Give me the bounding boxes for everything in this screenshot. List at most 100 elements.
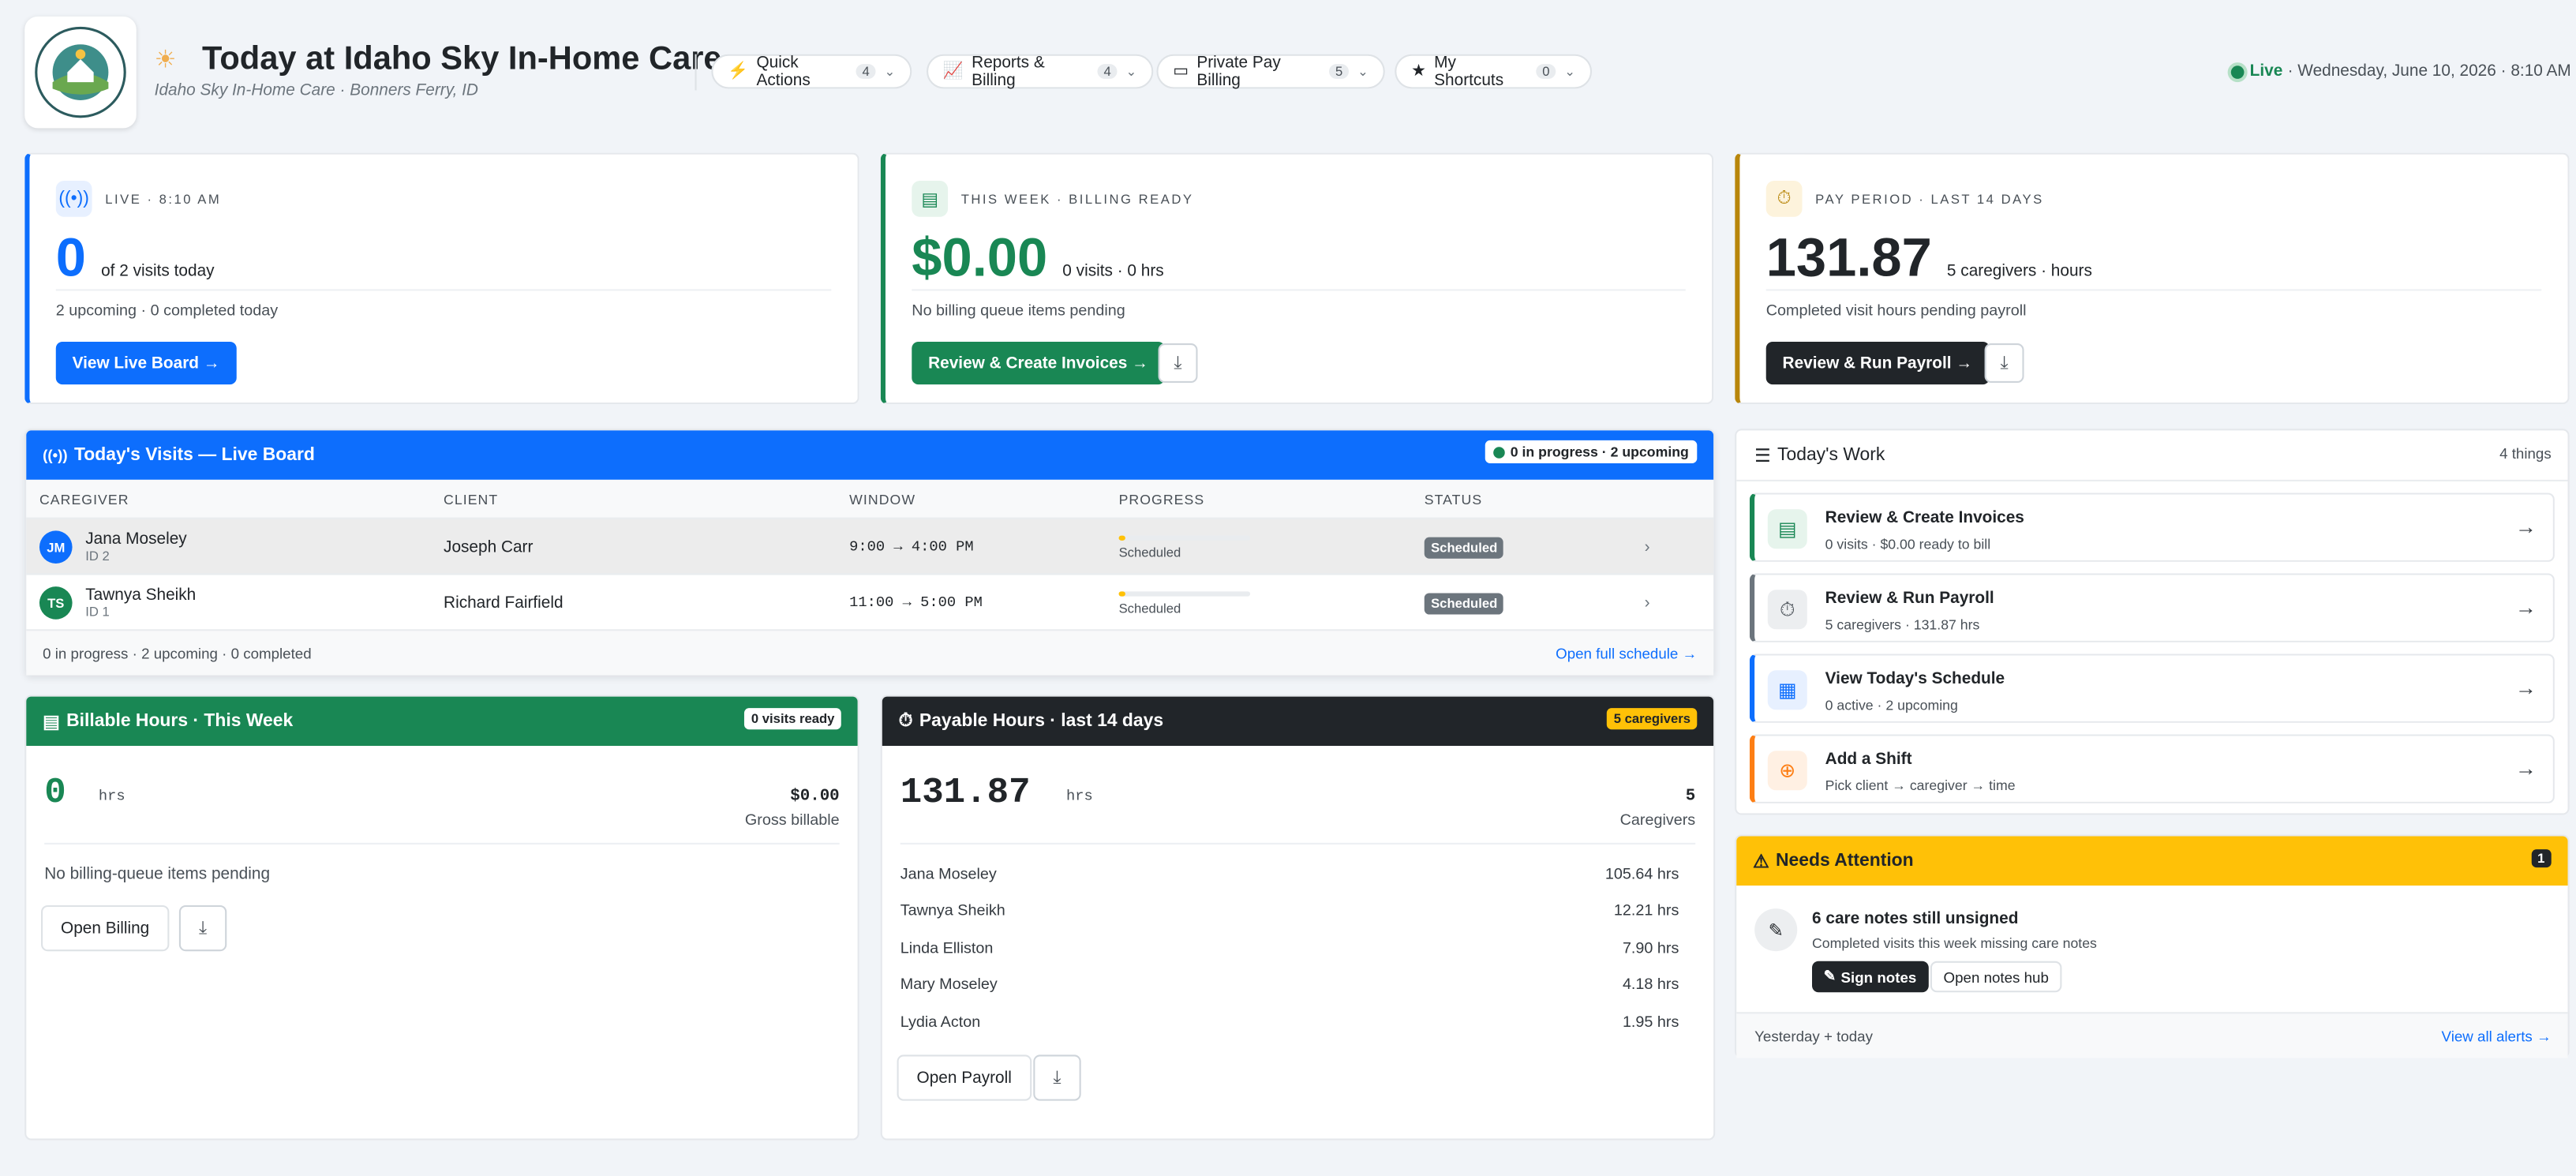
kpi-live-card: ((•)) LIVE · 8:10 AM 0 of 2 visits today… bbox=[24, 152, 859, 405]
plus-circle-icon: ⊕ bbox=[1767, 751, 1807, 791]
edit-icon: ✎ bbox=[1754, 908, 1798, 952]
pen-icon: ✎ bbox=[1823, 968, 1837, 984]
progress-bar bbox=[1118, 534, 1251, 540]
open-payroll-button[interactable]: Open Payroll bbox=[897, 1054, 1032, 1101]
view-all-alerts-link[interactable]: View all alerts → bbox=[2442, 1028, 2552, 1045]
column-header: STATUS bbox=[1424, 491, 1483, 508]
open-full-schedule-link[interactable]: Open full schedule → bbox=[1556, 646, 1697, 662]
table-row[interactable]: TS Tawnya Sheikh ID 1 Richard Fairfield 1… bbox=[26, 573, 1714, 631]
work-item-payroll[interactable]: ⏱ Review & Run Payroll 5 caregivers · 13… bbox=[1749, 573, 2555, 642]
status-badge: 0 in progress · 2 upcoming bbox=[1485, 440, 1698, 464]
sunrise-icon: ☀ bbox=[154, 46, 177, 74]
kpi-payroll-card: ⏱ PAY PERIOD · LAST 14 DAYS 131.87 5 car… bbox=[1735, 152, 2570, 405]
download-icon[interactable]: ⤓ bbox=[1984, 343, 2024, 384]
needs-attention-header: ⚠ Needs Attention bbox=[1736, 836, 2568, 886]
private-pay-billing-menu[interactable]: ▭ Private Pay Billing 5 ⌄ bbox=[1156, 54, 1385, 89]
broadcast-icon: ((•)) bbox=[43, 447, 68, 464]
work-item-add-shift[interactable]: ⊕ Add a Shift Pick client → caregiver → … bbox=[1749, 734, 2555, 803]
live-board-header: ((•)) Today's Visits — Live Board bbox=[26, 430, 1714, 480]
open-notes-hub-button[interactable]: Open notes hub bbox=[1930, 961, 2062, 993]
wallet-icon: ▭ bbox=[1173, 62, 1189, 81]
billable-hours-header: ▤ Billable Hours · This Week bbox=[26, 696, 858, 747]
live-status: Live · Wednesday, June 10, 2026 · 8:10 A… bbox=[2231, 62, 2571, 81]
gross-billable-amount: $0.00 bbox=[790, 788, 840, 807]
chevron-right-icon[interactable]: › bbox=[1645, 575, 1650, 631]
list-item: Mary Moseley 4.18 hrs bbox=[900, 975, 1679, 994]
avatar: JM bbox=[39, 530, 73, 564]
chevron-down-icon: ⌄ bbox=[1125, 64, 1137, 79]
chart-line-icon: 📈 bbox=[942, 62, 964, 81]
bolt-icon: ⚡ bbox=[728, 62, 749, 81]
caregiver-count: 5 bbox=[1685, 788, 1696, 807]
status-badge: Scheduled bbox=[1424, 592, 1504, 614]
calendar-icon: ▦ bbox=[1767, 670, 1807, 710]
list-item: Tawnya Sheikh 12.21 hrs bbox=[900, 901, 1679, 919]
quick-actions-menu[interactable]: ⚡ Quick Actions 4 ⌄ bbox=[711, 54, 912, 89]
kpi-payroll-value: 131.87 bbox=[1765, 227, 1932, 288]
todays-work-panel: ☰ Today's Work 4 things ▤ Review & Create… bbox=[1735, 429, 2570, 815]
spreadsheet-icon: ▤ bbox=[912, 180, 949, 217]
list-item: Lydia Acton 1.95 hrs bbox=[900, 1013, 1679, 1032]
chevron-down-icon: ⌄ bbox=[1564, 64, 1576, 79]
header-divider bbox=[695, 54, 697, 91]
billable-hours-value: 0 bbox=[44, 772, 66, 814]
view-live-board-button[interactable]: View Live Board → bbox=[55, 341, 237, 385]
download-icon[interactable]: ⤓ bbox=[1033, 1054, 1081, 1101]
column-header: WINDOW bbox=[849, 491, 916, 508]
table-row[interactable]: JM Jana Moseley ID 2 Joseph Carr 9:00 → 4… bbox=[26, 517, 1714, 575]
status-badge: 5 caregivers bbox=[1607, 708, 1698, 730]
avatar: TS bbox=[39, 586, 73, 620]
column-header: CLIENT bbox=[444, 491, 499, 508]
kpi-live-value: 0 bbox=[55, 227, 86, 288]
column-header: PROGRESS bbox=[1118, 491, 1205, 508]
logo bbox=[24, 16, 137, 129]
sign-notes-button[interactable]: ✎ Sign notes bbox=[1812, 961, 1928, 993]
arrow-right-icon: → bbox=[2514, 594, 2537, 620]
open-billing-button[interactable]: Open Billing bbox=[41, 904, 170, 952]
chevron-down-icon: ⌄ bbox=[884, 64, 896, 79]
kpi-billing-card: ▤ THIS WEEK · BILLING READY $0.00 0 visi… bbox=[880, 152, 1714, 405]
chevron-down-icon: ⌄ bbox=[1357, 64, 1368, 79]
arrow-right-icon: → bbox=[2514, 675, 2537, 700]
spreadsheet-icon: ▤ bbox=[1767, 509, 1807, 549]
my-shortcuts-menu[interactable]: ★ My Shortcuts 0 ⌄ bbox=[1395, 54, 1593, 89]
clock-dollar-icon: ⏱ bbox=[898, 710, 913, 731]
page-subtitle: Idaho Sky In-Home Care · Bonners Ferry, … bbox=[154, 82, 478, 100]
needs-attention-panel: ⚠ Needs Attention 1 ✎ 6 care notes still… bbox=[1735, 834, 2570, 1058]
work-item-schedule[interactable]: ▦ View Today's Schedule 0 active · 2 upc… bbox=[1749, 654, 2555, 723]
list-item: Linda Elliston 7.90 hrs bbox=[900, 938, 1679, 957]
payable-hours-header: ⏱ Payable Hours · last 14 days bbox=[882, 696, 1714, 747]
progress-bar bbox=[1118, 590, 1251, 596]
clock-dollar-icon: ⏱ bbox=[1767, 590, 1807, 630]
reports-billing-menu[interactable]: 📈 Reports & Billing 4 ⌄ bbox=[927, 54, 1154, 89]
live-dot-icon bbox=[2231, 65, 2245, 78]
arrow-right-icon: → bbox=[2514, 514, 2537, 539]
kpi-billing-value: $0.00 bbox=[912, 227, 1048, 288]
payable-hours-panel: ⏱ Payable Hours · last 14 days 5 caregiv… bbox=[880, 695, 1716, 1140]
broadcast-icon: ((•)) bbox=[55, 180, 92, 217]
payable-hours-value: 131.87 bbox=[900, 772, 1031, 814]
chevron-right-icon[interactable]: › bbox=[1645, 519, 1650, 575]
list-icon: ☰ bbox=[1754, 447, 1771, 467]
review-create-invoices-button[interactable]: Review & Create Invoices → bbox=[912, 341, 1165, 385]
column-header: CAREGIVER bbox=[39, 491, 129, 508]
live-board-panel: ((•)) Today's Visits — Live Board 0 in p… bbox=[24, 429, 1716, 676]
status-badge: Scheduled bbox=[1424, 536, 1504, 558]
billable-hours-panel: ▤ Billable Hours · This Week 0 visits re… bbox=[24, 695, 859, 1140]
star-icon: ★ bbox=[1411, 62, 1426, 81]
live-board-summary: 0 in progress · 2 upcoming · 0 completed bbox=[43, 646, 312, 662]
alert-count-badge: 1 bbox=[2530, 849, 2552, 868]
clock-dollar-icon: ⏱ bbox=[1765, 180, 1803, 217]
download-icon[interactable]: ⤓ bbox=[178, 904, 227, 952]
warning-icon: ⚠ bbox=[1753, 852, 1769, 872]
work-item-invoices[interactable]: ▤ Review & Create Invoices 0 visits · $0… bbox=[1749, 492, 2555, 562]
arrow-right-icon: → bbox=[2514, 755, 2537, 781]
download-icon[interactable]: ⤓ bbox=[1158, 343, 1198, 384]
list-item: Jana Moseley 105.64 hrs bbox=[900, 864, 1679, 883]
spreadsheet-icon: ▤ bbox=[43, 712, 60, 732]
todays-work-title: ☰ Today's Work bbox=[1754, 445, 1885, 467]
review-run-payroll-button[interactable]: Review & Run Payroll → bbox=[1765, 341, 1989, 385]
page-title: Today at Idaho Sky In-Home Care bbox=[202, 41, 722, 77]
status-badge: 0 visits ready bbox=[744, 708, 841, 730]
live-dot-icon bbox=[1493, 446, 1506, 458]
